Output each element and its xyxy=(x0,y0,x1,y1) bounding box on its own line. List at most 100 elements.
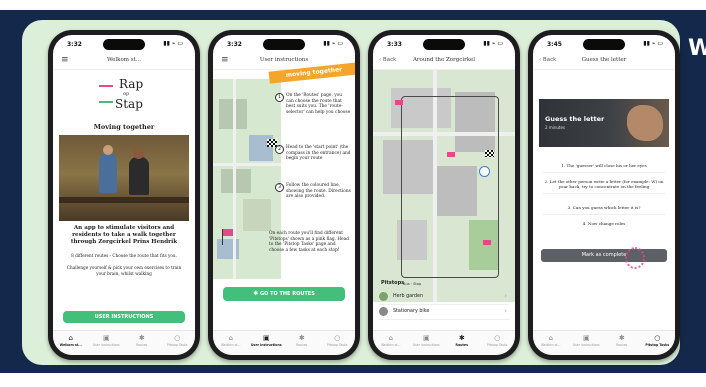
checkered-flag-icon xyxy=(485,150,494,157)
step-text: Follow the coloured line, showing the ro… xyxy=(286,183,351,200)
status-bar: 3:32 ▮▮ ⌁ ▭ xyxy=(213,35,355,53)
screen-route-map: 3:33 ▮▮ ⌁ ▭ ‹ Back Around the Zorgcirkel… xyxy=(373,35,515,355)
route-line xyxy=(401,96,499,278)
tab-routes[interactable]: ✱ Routes xyxy=(604,331,640,355)
chat-icon: ○ xyxy=(334,334,341,342)
hero-photo xyxy=(59,135,189,221)
pitstops-note: On each route you'll find different 'Pit… xyxy=(269,231,350,253)
home-icon: ⌂ xyxy=(548,334,553,342)
pitstop-item[interactable]: Herb garden › xyxy=(379,290,509,305)
pink-flag-icon xyxy=(223,229,233,236)
signal-wifi-battery-icon: ▮▮ ⌁ ▭ xyxy=(643,40,663,47)
step-1: 1 On the 'Routes' page, you can choose t… xyxy=(275,93,351,115)
tagline: An app to stimulate visitors and residen… xyxy=(70,225,178,245)
compass-icon xyxy=(479,166,490,177)
task-step: 2. Let the other person write a letter (… xyxy=(543,179,665,195)
pitstop-item[interactable]: Stationary bike › xyxy=(379,305,509,320)
pitstop-label: Herb garden xyxy=(393,294,424,299)
tab-bar: ⌂ Welkom st... ▣ User instructions ✱ Routes… xyxy=(373,330,515,355)
chat-icon: ○ xyxy=(654,334,661,342)
hands-photo xyxy=(627,105,663,141)
tab-bar: ⌂ Welkom st... ▣ User instructions ✱ Routes… xyxy=(213,330,355,355)
tab-bar: ⌂ Welkom st... ▣ User instructions ✱ Routes… xyxy=(53,330,195,355)
tab-routes[interactable]: ✱ Routes xyxy=(124,331,160,355)
step-text: Head to the 'start point' (the compass i… xyxy=(286,145,351,162)
step-text: On the 'Routes' page, you can choose the… xyxy=(286,93,351,115)
person-figure-left xyxy=(99,153,117,193)
tab-user-instructions[interactable]: ▣ User instructions xyxy=(409,331,445,355)
tab-user-instructions[interactable]: ▣ User instructions xyxy=(249,331,285,355)
home-icon: ⌂ xyxy=(388,334,393,342)
tab-pitstop-tasks[interactable]: ○ Pitstop Tasks xyxy=(480,331,516,355)
tab-welcome[interactable]: ⌂ Welkom st... xyxy=(373,331,409,355)
fingerprint-icon xyxy=(625,247,645,269)
route-map[interactable]: Bus · Stop xyxy=(373,70,515,302)
screen-welcome: 3:32 ▮▮ ⌁ ▭ ≡ Welkom st... Rap op Stap M… xyxy=(53,35,195,355)
challenge-note: Challenge yourself & pick your own exerc… xyxy=(66,265,182,276)
tab-user-instructions[interactable]: ▣ User instructions xyxy=(89,331,125,355)
app-bar: ‹ Back Guess the letter xyxy=(533,53,675,70)
people-icon: ✱ xyxy=(458,334,465,342)
chevron-right-icon: › xyxy=(504,307,507,315)
screen-user-instructions: 3:32 ▮▮ ⌁ ▭ ≡ User instructions moving t… xyxy=(213,35,355,355)
walking-icon: ✱ xyxy=(253,290,259,297)
step-number: 1 xyxy=(275,93,284,102)
pink-flag-icon xyxy=(483,240,491,245)
pink-flag-icon xyxy=(395,100,403,105)
book-icon: ▣ xyxy=(262,334,270,342)
chevron-right-icon: › xyxy=(504,292,507,300)
status-bar: 3:33 ▮▮ ⌁ ▭ xyxy=(373,35,515,53)
status-time: 3:32 xyxy=(227,41,242,48)
home-icon: ⌂ xyxy=(68,334,73,342)
page-title: Guess the letter xyxy=(581,57,627,63)
tab-bar: ⌂ Welkom st... ▣ User instructions ✱ Routes… xyxy=(533,330,675,355)
phone-welcome: 3:32 ▮▮ ⌁ ▭ ≡ Welkom st... Rap op Stap M… xyxy=(48,30,200,360)
signal-wifi-battery-icon: ▮▮ ⌁ ▭ xyxy=(163,40,183,47)
tab-user-instructions[interactable]: ▣ User instructions xyxy=(569,331,605,355)
map-legend: Bus · Stop xyxy=(403,282,422,286)
logo-word-stap: Stap xyxy=(115,97,143,111)
app-bar: ≡ Welkom st... xyxy=(53,53,195,70)
people-icon: ✱ xyxy=(618,334,625,342)
pink-flag-icon xyxy=(447,152,455,157)
go-to-routes-button[interactable]: ✱ GO TO THE ROUTES xyxy=(223,287,345,301)
tab-welcome[interactable]: ⌂ Welkom st... xyxy=(53,331,89,355)
dynamic-island xyxy=(423,39,465,50)
tab-routes[interactable]: ✱ Routes xyxy=(444,331,480,355)
tab-routes[interactable]: ✱ Routes xyxy=(284,331,320,355)
tab-pitstop-tasks[interactable]: ○ Pitstop Tasks xyxy=(640,331,676,355)
mark-complete-label: Mark as complete xyxy=(581,252,627,258)
chat-icon: ○ xyxy=(174,334,181,342)
tab-pitstop-tasks[interactable]: ○ Pitstop Tasks xyxy=(320,331,356,355)
phone-user-instructions: 3:32 ▮▮ ⌁ ▭ ≡ User instructions moving t… xyxy=(208,30,360,360)
status-bar: 3:45 ▮▮ ⌁ ▭ xyxy=(533,35,675,53)
page-title: Welkom st... xyxy=(106,57,142,63)
page-title: Around the Zorgcirkel xyxy=(412,57,476,63)
home-icon: ⌂ xyxy=(228,334,233,342)
status-time: 3:32 xyxy=(67,41,82,48)
pitstops-heading: Pitstops xyxy=(381,280,405,286)
person-figure-right xyxy=(129,157,149,195)
task-step: 4. Now change roles xyxy=(582,221,626,226)
task-hero-title: Guess the letter xyxy=(545,115,605,123)
step-number: 3 xyxy=(275,183,284,192)
tab-pitstop-tasks[interactable]: ○ Pitstop Tasks xyxy=(160,331,196,355)
mark-complete-button[interactable]: Mark as complete xyxy=(541,249,667,262)
step-2: 2 Head to the 'start point' (the compass… xyxy=(275,145,351,162)
user-instructions-button[interactable]: USER INSTRUCTIONS xyxy=(63,311,185,323)
page-title: User instructions xyxy=(259,57,309,63)
task-duration: 2 minutes xyxy=(545,125,566,130)
banner-text: moving together xyxy=(285,66,343,79)
dynamic-island xyxy=(583,39,625,50)
signal-wifi-battery-icon: ▮▮ ⌁ ▭ xyxy=(323,40,343,47)
task-step: 3. Can you guess which letter it is? xyxy=(543,205,665,216)
tab-welcome[interactable]: ⌂ Welkom st... xyxy=(213,331,249,355)
phone-pitstop-task: 3:45 ▮▮ ⌁ ▭ ‹ Back Guess the letter Gues… xyxy=(528,30,680,360)
app-logo: Rap op Stap xyxy=(93,75,163,113)
status-time: 3:33 xyxy=(387,41,402,48)
book-icon: ▣ xyxy=(422,334,430,342)
dynamic-island xyxy=(263,39,305,50)
section-heading: Moving together xyxy=(93,123,155,131)
people-icon: ✱ xyxy=(298,334,305,342)
tab-welcome[interactable]: ⌂ Welkom st... xyxy=(533,331,569,355)
